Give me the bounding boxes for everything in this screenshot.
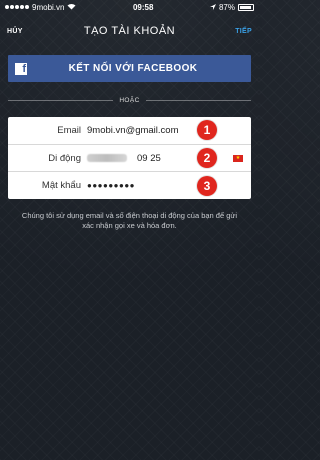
password-field[interactable]: ●●●●●●●●●	[87, 181, 135, 190]
wifi-icon	[67, 3, 76, 12]
facebook-icon: f	[15, 62, 27, 75]
battery-icon	[237, 3, 254, 11]
divider-line-left	[8, 99, 114, 101]
or-text: HOẶC	[119, 96, 140, 104]
vietnam-flag-icon[interactable]: ★	[233, 154, 243, 162]
nav-bar: HỦY TẠO TÀI KHOẢN TIẾP	[0, 17, 259, 45]
status-bar: 9mobi.vn 09:58 87%	[0, 0, 259, 14]
step-badge-1: 1	[197, 120, 217, 140]
phone-label: Di động	[48, 152, 81, 164]
facebook-connect-button[interactable]: f KẾT NỐI VỚI FACEBOOK	[8, 55, 251, 82]
email-field[interactable]: 9mobi.vn@gmail.com	[87, 125, 178, 136]
status-right: 87%	[209, 2, 254, 12]
status-time: 09:58	[132, 2, 154, 12]
status-left: 9mobi.vn	[5, 3, 76, 12]
next-button[interactable]: TIẾP	[235, 28, 252, 35]
info-text: Chúng tôi sử dụng email và số điện thoại…	[21, 211, 238, 230]
signup-form: Email 9mobi.vn@gmail.com Di động 09 25 ★…	[8, 117, 251, 199]
cancel-button[interactable]: HỦY	[7, 28, 23, 35]
carrier-name: 9mobi.vn	[32, 2, 65, 12]
or-divider: HOẶC	[8, 95, 252, 105]
page-title: TẠO TÀI KHOẢN	[83, 25, 176, 37]
divider-line-right	[145, 99, 252, 101]
redacted-phone-digits	[87, 154, 127, 162]
password-label: Mật khẩu	[41, 179, 81, 191]
facebook-button-label: KẾT NỐI VỚI FACEBOOK	[68, 63, 198, 74]
location-icon	[209, 3, 216, 12]
email-label: Email	[57, 125, 81, 136]
phone-field[interactable]: 09 25	[137, 153, 161, 164]
signal-icon	[5, 5, 29, 9]
step-badge-2: 2	[197, 148, 217, 168]
step-badge-3: 3	[197, 176, 217, 196]
battery-percent: 87%	[218, 2, 235, 12]
